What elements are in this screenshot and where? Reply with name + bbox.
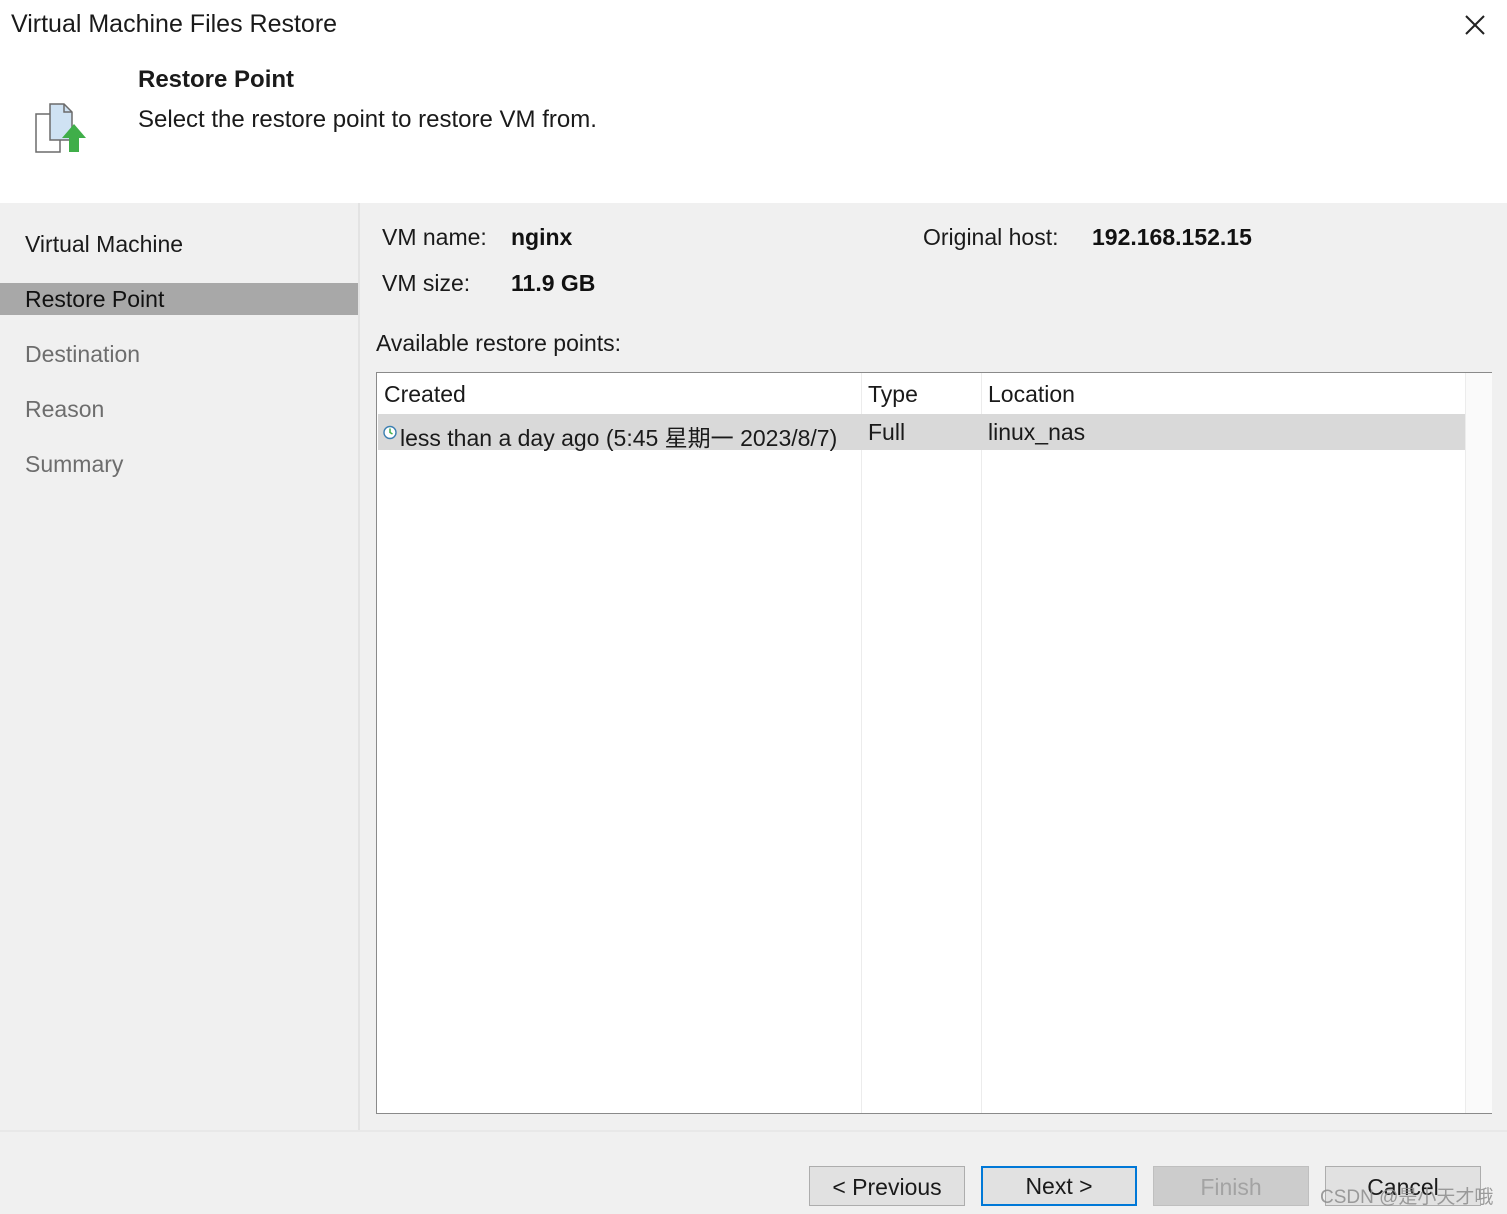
watermark: CSDN @是小天才哦 [1320,1187,1494,1208]
column-header-location[interactable]: Location [988,381,1075,408]
next-button[interactable]: Next > [981,1166,1137,1206]
column-separator[interactable] [861,373,862,1113]
page-description: Select the restore point to restore VM f… [138,106,597,133]
vm-name-label: VM name: [382,224,487,250]
column-header-created[interactable]: Created [384,381,466,408]
file-restore-icon [35,103,86,153]
finish-button: Finish [1153,1166,1309,1206]
vm-name-value: nginx [511,224,573,250]
restore-point-clock-icon [383,425,397,440]
close-icon[interactable] [1460,10,1490,40]
vertical-scrollbar[interactable] [1465,373,1492,1113]
original-host-value: 192.168.152.15 [1092,224,1252,250]
step-destination: Destination [25,341,141,367]
page-title: Restore Point [138,66,295,93]
cell-created: less than a day ago (5:45 星期一 2023/8/7) [400,425,838,451]
previous-button[interactable]: < Previous [809,1166,965,1206]
step-summary: Summary [25,451,124,477]
step-reason: Reason [25,396,105,422]
vm-size-value: 11.9 GB [511,270,596,296]
vm-size-label: VM size: [382,270,471,296]
table-row[interactable]: less than a day ago (5:45 星期一 2023/8/7) … [378,414,1466,451]
wizard-steps: Virtual Machine Restore Point Destinatio… [0,203,358,1130]
original-host-label: Original host: [923,224,1059,250]
step-restore-point[interactable]: Restore Point [0,283,358,315]
restore-points-label: Available restore points: [376,330,622,356]
restore-points-table[interactable]: Created Type Location less than a day ag… [376,372,1492,1114]
cell-location: linux_nas [988,419,1086,445]
column-separator[interactable] [981,373,982,1113]
cell-type: Full [868,419,906,445]
step-virtual-machine[interactable]: Virtual Machine [0,228,358,260]
window-title: Virtual Machine Files Restore [11,10,338,38]
column-header-type[interactable]: Type [868,381,918,408]
